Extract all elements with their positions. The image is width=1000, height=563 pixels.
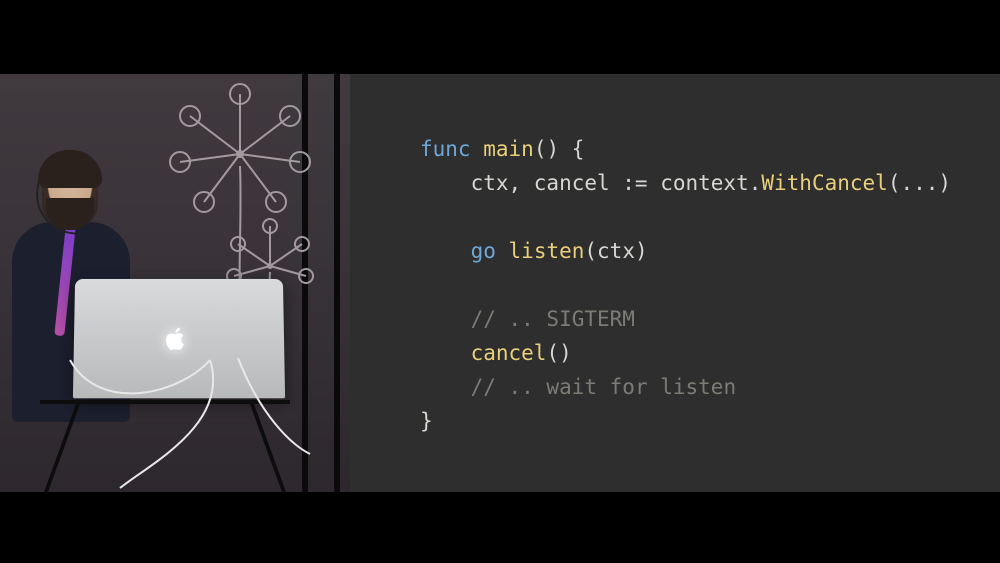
code-token — [420, 341, 471, 365]
cables — [60, 354, 320, 492]
code-token: (ctx) — [584, 239, 647, 263]
code-token-fn: WithCancel — [761, 171, 887, 195]
code-token: () — [546, 341, 571, 365]
code-token: } — [420, 409, 433, 433]
code-token: ctx, cancel := context. — [420, 171, 761, 195]
code-token — [471, 137, 484, 161]
code-token-fn: listen — [509, 239, 585, 263]
code-slide: func main() { ctx, cancel := context.Wit… — [350, 74, 1000, 492]
code-token — [420, 375, 471, 399]
code-token-cmnt: // .. SIGTERM — [471, 307, 635, 331]
code-token — [420, 239, 471, 263]
code-token-kw: go — [471, 239, 496, 263]
video-frame: func main() { ctx, cancel := context.Wit… — [0, 74, 1000, 492]
code-token-cmnt: // .. wait for listen — [471, 375, 737, 399]
code-token-kw: func — [420, 137, 471, 161]
code-token — [420, 307, 471, 331]
code-token — [496, 239, 509, 263]
speaker-camera-pane — [0, 74, 350, 492]
code-token: () { — [534, 137, 585, 161]
code-snippet: func main() { ctx, cancel := context.Wit… — [420, 132, 951, 438]
code-token-fn: cancel — [471, 341, 547, 365]
code-token-fn: main — [483, 137, 534, 161]
apple-logo-icon — [166, 326, 188, 352]
code-token: (...) — [888, 171, 951, 195]
